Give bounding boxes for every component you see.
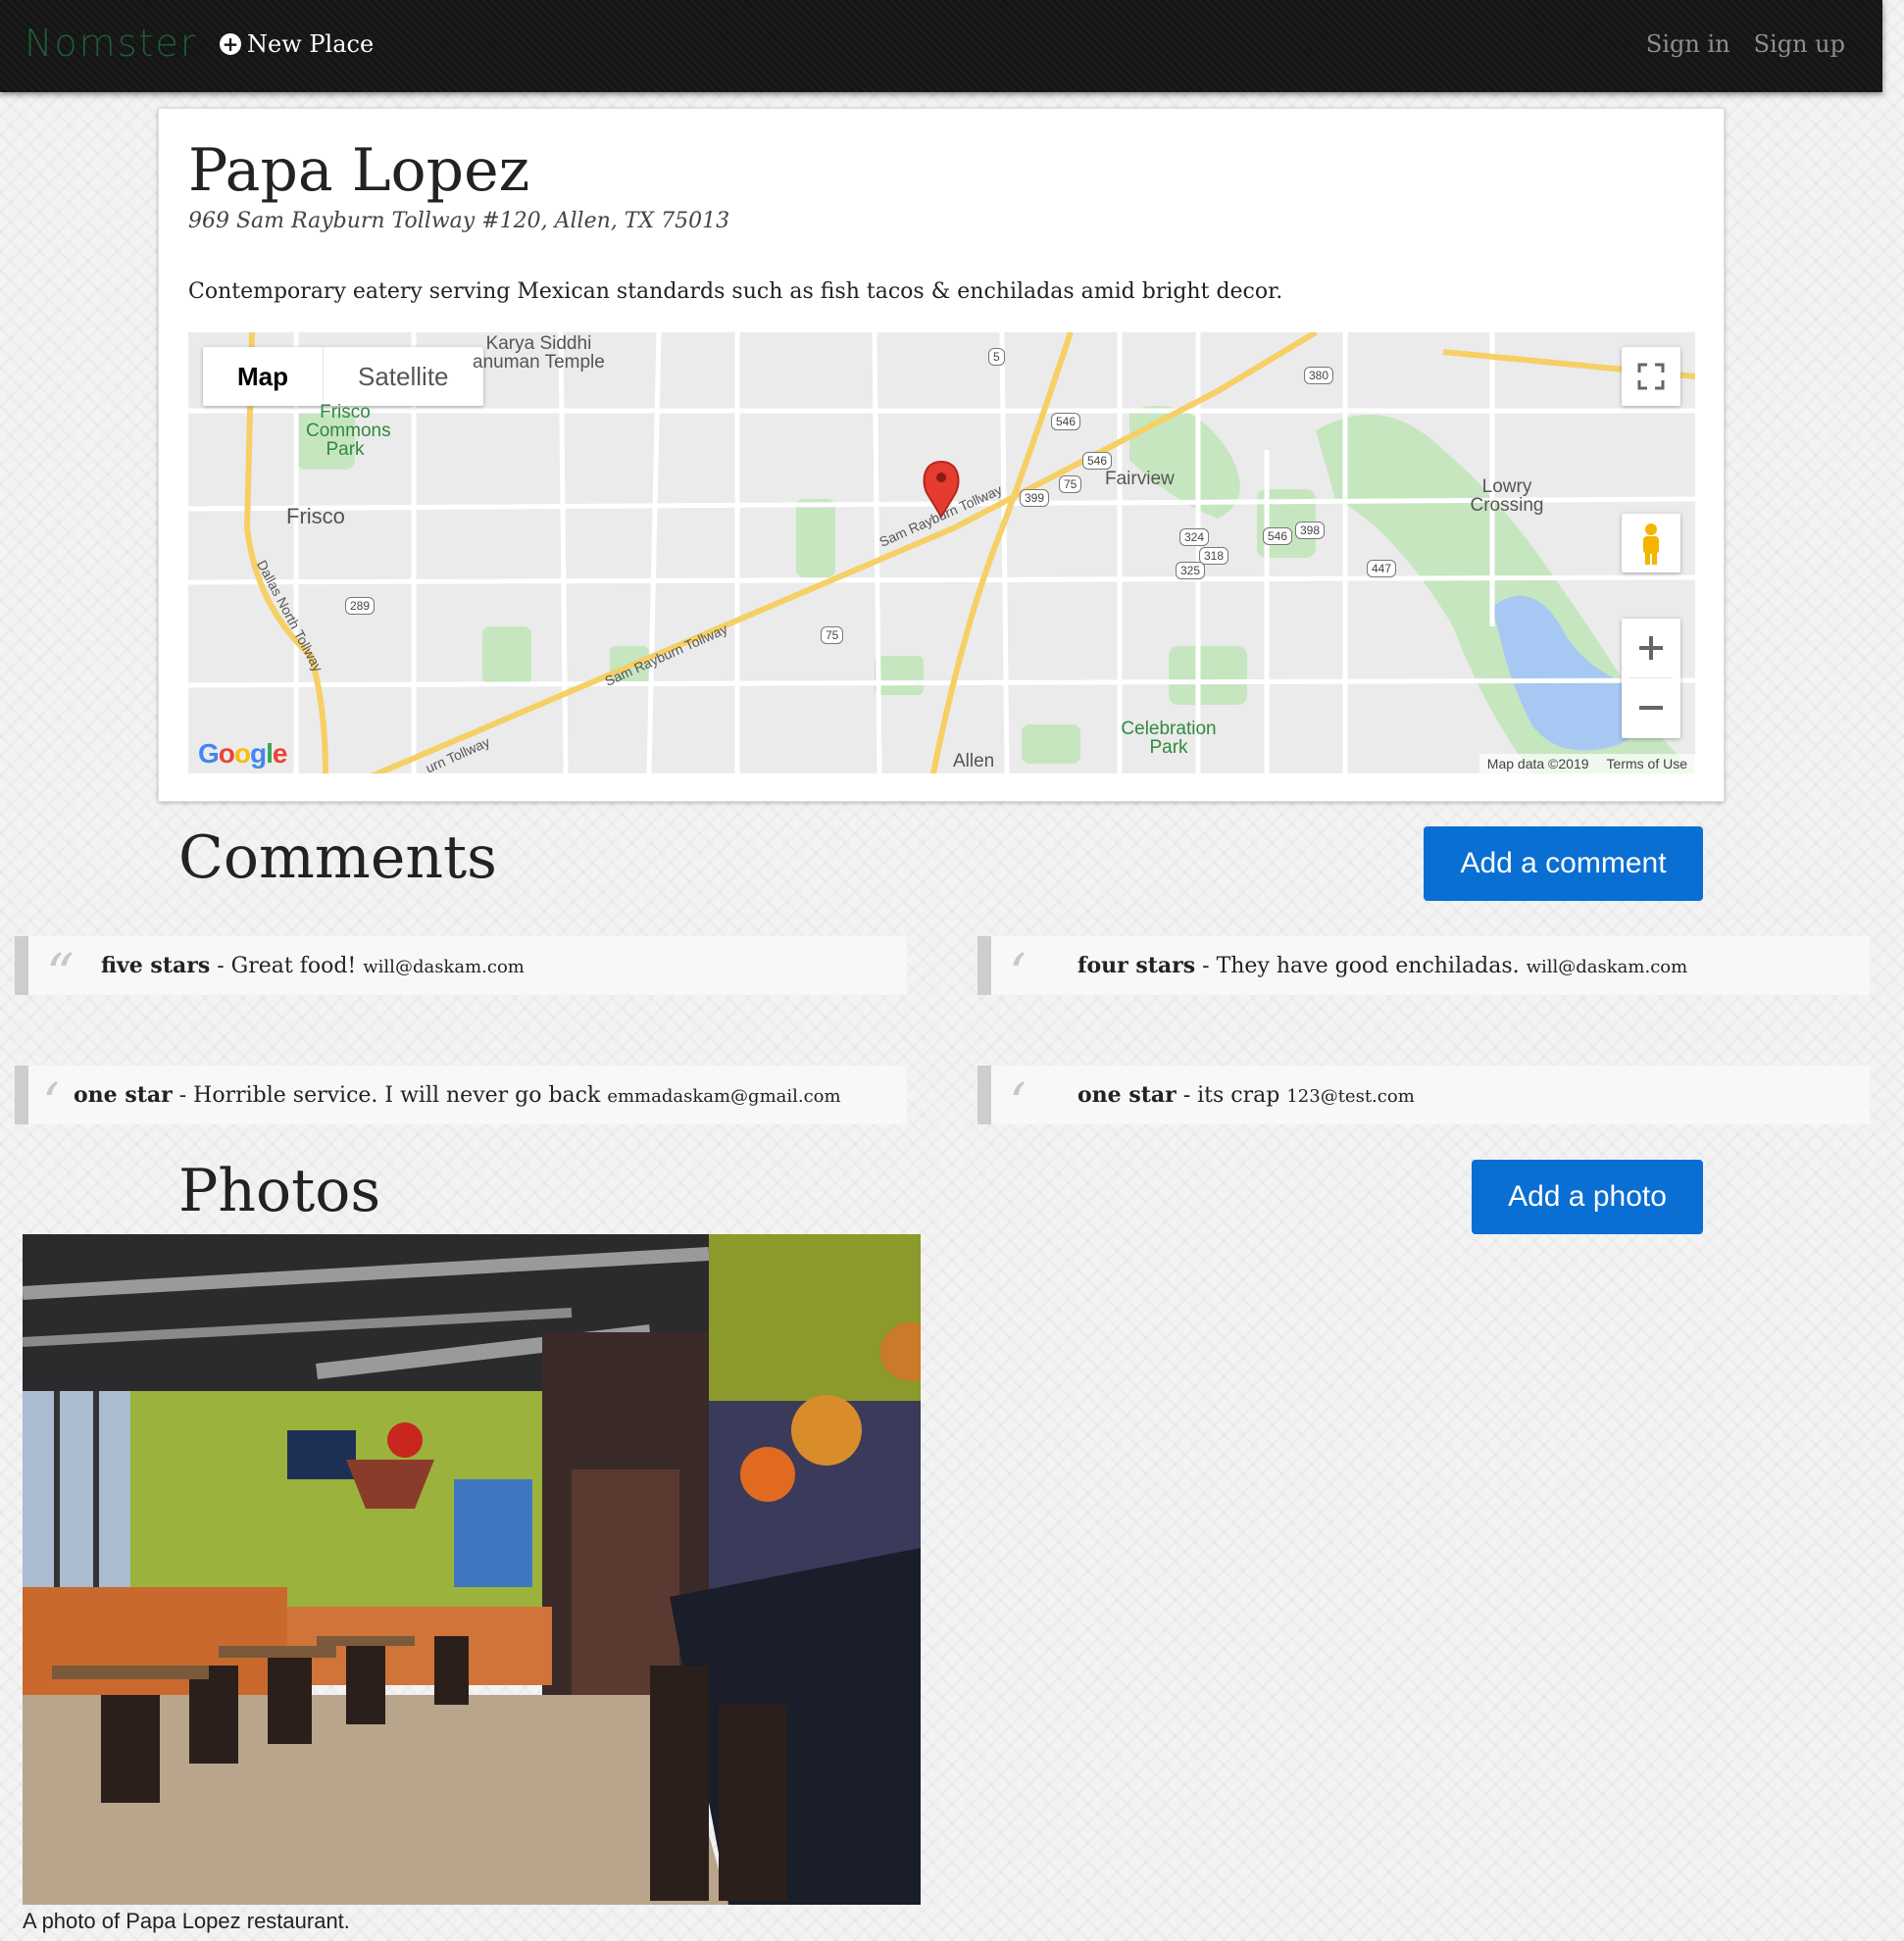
map-label-frisco-commons: Frisco Commons Park	[306, 402, 391, 460]
new-place-label: New Place	[247, 30, 375, 58]
add-photo-button[interactable]: Add a photo	[1472, 1160, 1703, 1234]
comment-author-email: 123@test.com	[1286, 1086, 1415, 1107]
comment-rating: five stars	[101, 953, 211, 978]
comment-separator: -	[1195, 954, 1217, 978]
google-logo: Google	[198, 738, 287, 769]
comment-item: ‘ one star - its crap 123@test.com	[977, 1066, 1870, 1136]
navbar: Nomster + New Place Sign in Sign up	[0, 0, 1882, 92]
add-comment-button[interactable]: Add a comment	[1424, 826, 1703, 901]
highway-shield: 546	[1263, 527, 1293, 545]
map-label-allen: Allen	[953, 751, 995, 771]
comment-item: ‘ one star - Horrible service. I will ne…	[15, 1066, 907, 1136]
highway-shield: 289	[345, 597, 376, 615]
comment-item: ‘ four stars - They have good enchiladas…	[977, 936, 1870, 1007]
comment-body: Horrible service. I will never go back	[193, 1083, 601, 1108]
highway-shield: 75	[1059, 475, 1082, 493]
restaurant-photo	[23, 1234, 921, 1905]
comment-author-email: emmadaskam@gmail.com	[607, 1086, 841, 1107]
place-card: Papa Lopez 969 Sam Rayburn Tollway #120,…	[158, 108, 1725, 802]
brand-logo[interactable]: Nomster	[25, 22, 197, 65]
terms-link[interactable]: Terms of Use	[1607, 756, 1687, 771]
map-label-karya: Karya Siddhi anuman Temple	[473, 333, 605, 373]
sign-up-link[interactable]: Sign up	[1754, 30, 1845, 58]
highway-shield: 398	[1295, 522, 1326, 539]
highway-shield: 399	[1020, 489, 1050, 507]
highway-shield: 546	[1082, 452, 1113, 470]
zoom-controls	[1622, 619, 1680, 738]
highway-shield: 75	[821, 626, 844, 644]
comment-rating: one star	[1077, 1082, 1177, 1108]
comment-separator: -	[210, 954, 231, 978]
pegman-icon	[1643, 523, 1659, 565]
map-label-celebration-park: Celebration Park	[1121, 719, 1217, 758]
comment-separator: -	[172, 1083, 194, 1108]
new-place-link[interactable]: + New Place	[220, 30, 374, 58]
comment-author-email: will@daskam.com	[1526, 957, 1688, 977]
comment-body: They have good enchiladas.	[1216, 954, 1520, 978]
comments-heading: Comments	[178, 823, 497, 892]
map-attribution: Map data ©2019 Terms of Use	[1478, 754, 1695, 773]
comment-author-email: will@daskam.com	[363, 957, 525, 977]
auth-links: Sign in Sign up	[1646, 30, 1845, 58]
street-view-button[interactable]	[1622, 514, 1680, 572]
map-type-map-button[interactable]: Map	[203, 347, 324, 406]
photo-caption: A photo of Papa Lopez restaurant.	[23, 1909, 350, 1933]
place-address: 969 Sam Rayburn Tollway #120, Allen, TX …	[188, 209, 730, 233]
photos-heading: Photos	[178, 1157, 381, 1225]
highway-shield: 5	[988, 348, 1005, 366]
highway-shield: 447	[1367, 560, 1397, 577]
map-label-fairview: Fairview	[1105, 469, 1175, 489]
quote-icon: “	[46, 942, 75, 1007]
highway-shield: 318	[1199, 547, 1229, 565]
zoom-in-icon	[1639, 636, 1663, 660]
quote-icon: ‘	[1009, 942, 1027, 1007]
sign-in-link[interactable]: Sign in	[1646, 30, 1730, 58]
map-data-text: Map data ©2019	[1486, 756, 1589, 771]
map-type-satellite-button[interactable]: Satellite	[324, 347, 483, 406]
comment-body: its crap	[1197, 1083, 1280, 1108]
place-description: Contemporary eatery serving Mexican stan…	[188, 279, 1283, 304]
map-type-toggle: Map Satellite	[203, 347, 483, 406]
zoom-out-icon	[1639, 706, 1663, 710]
comment-separator: -	[1176, 1083, 1198, 1108]
highway-shield: 380	[1304, 367, 1334, 384]
comment-item: “ five stars - Great food! will@daskam.c…	[15, 936, 907, 1007]
comment-body: Great food!	[230, 954, 357, 978]
highway-shield: 325	[1176, 562, 1206, 579]
fullscreen-icon	[1637, 363, 1665, 390]
comment-rating: one star	[74, 1082, 173, 1108]
highway-shield: 546	[1051, 413, 1081, 430]
fullscreen-button[interactable]	[1622, 347, 1680, 406]
highway-shield: 324	[1179, 528, 1210, 546]
place-name: Papa Lopez	[188, 136, 530, 205]
quote-icon: ‘	[1009, 1071, 1027, 1136]
map-label-lowry-crossing: Lowry Crossing	[1470, 476, 1544, 516]
map-label-frisco: Frisco	[286, 504, 345, 528]
plus-circle-icon: +	[220, 33, 241, 55]
comment-rating: four stars	[1077, 953, 1196, 978]
quote-icon: ‘	[42, 1071, 60, 1136]
map[interactable]: Map Satellite Karya Siddhi anuman Temple…	[188, 332, 1695, 773]
